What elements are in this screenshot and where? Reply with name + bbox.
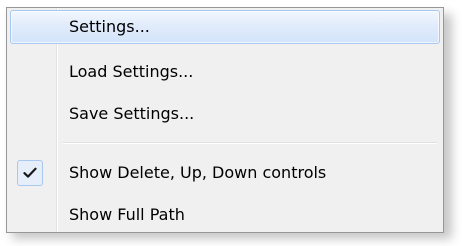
- menu-item-label: Settings...: [69, 17, 150, 36]
- menu-item-label: Load Settings...: [69, 62, 194, 81]
- menu-item-settings[interactable]: Settings...: [10, 10, 440, 44]
- menu-item-show-delete-up-down-controls[interactable]: Show Delete, Up, Down controls: [10, 156, 440, 190]
- menu-item-label: Show Full Path: [69, 205, 185, 224]
- context-menu: Settings... Load Settings... Save Settin…: [6, 7, 444, 233]
- menu-item-save-settings[interactable]: Save Settings...: [10, 97, 440, 131]
- checkmark-icon: [23, 167, 37, 178]
- menu-separator: [63, 142, 437, 144]
- menu-item-load-settings[interactable]: Load Settings...: [10, 55, 440, 89]
- menu-item-show-full-path[interactable]: Show Full Path: [10, 198, 440, 232]
- menu-item-label: Save Settings...: [69, 104, 195, 123]
- check-indicator: [17, 160, 43, 186]
- menu-item-label: Show Delete, Up, Down controls: [69, 163, 327, 182]
